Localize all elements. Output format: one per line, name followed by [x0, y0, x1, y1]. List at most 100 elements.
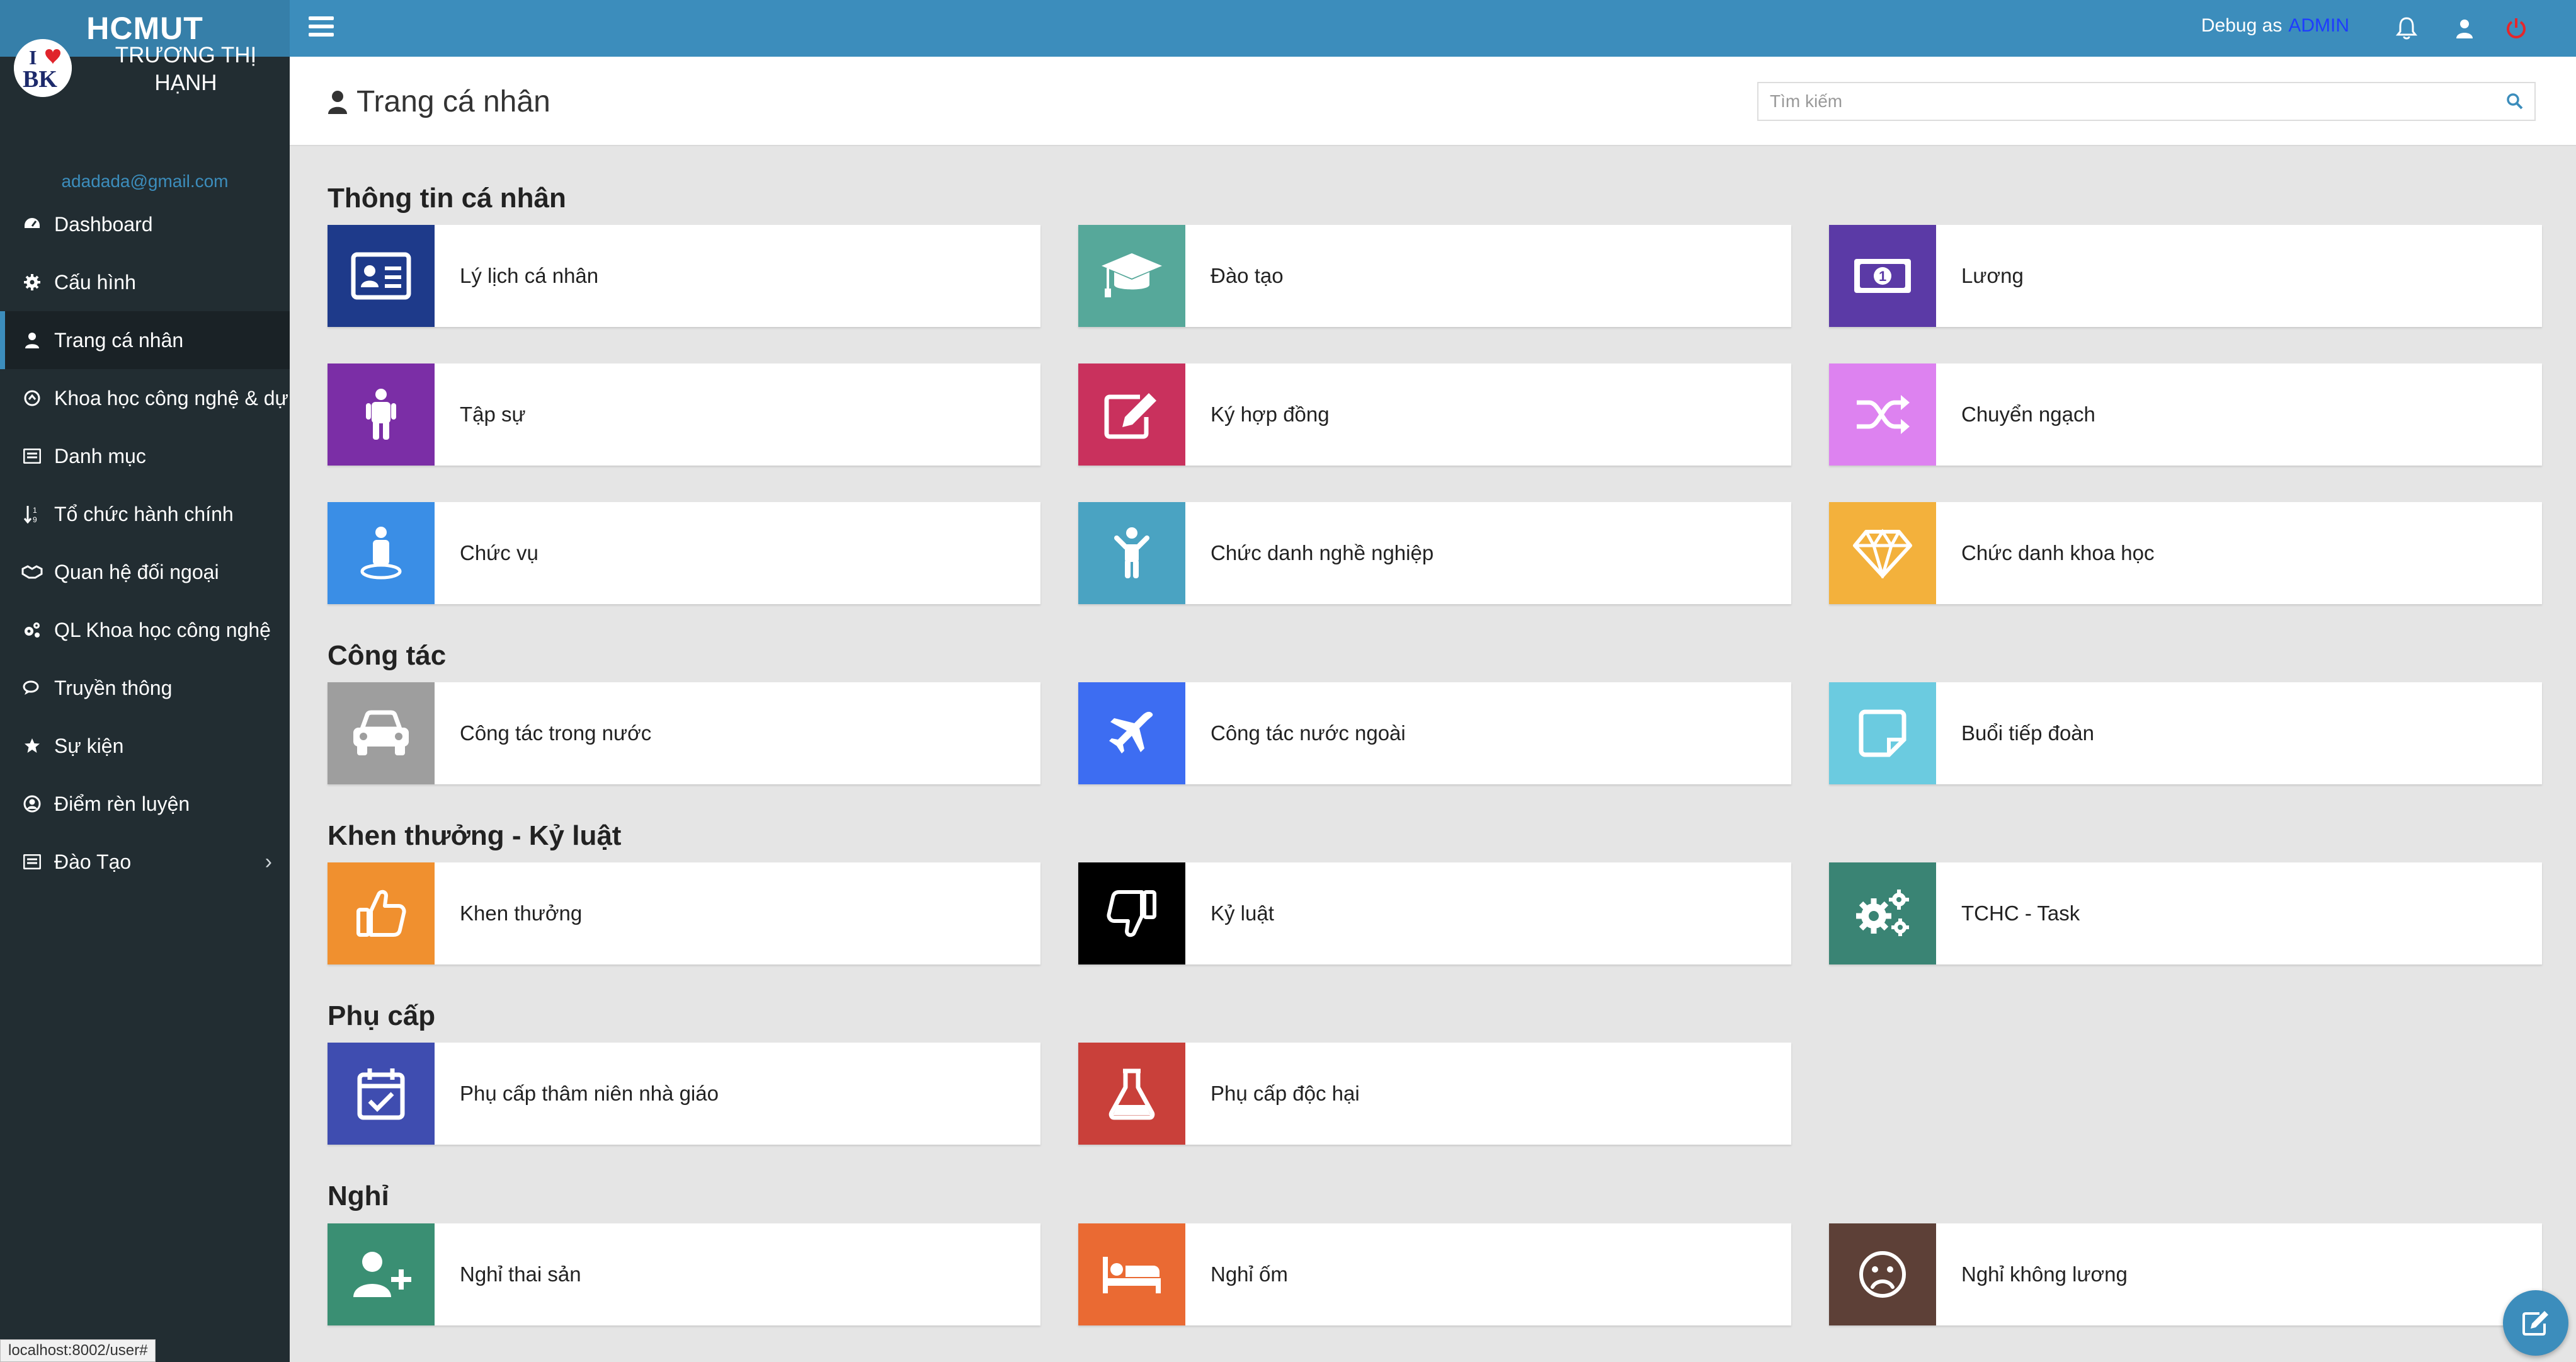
card-label: Lý lịch cá nhân: [460, 264, 599, 287]
sidebar-item-label: Đào Tạo: [54, 850, 132, 873]
sidebar: HCMUT I BK TRƯƠNG THỊ HẠNH adadada@gmail…: [0, 0, 290, 1362]
card-label: Phụ cấp độc hại: [1211, 1082, 1360, 1105]
card-hazard-allowance[interactable]: Phụ cấp độc hại: [1078, 1043, 1791, 1145]
card-label: Buổi tiếp đoàn: [1961, 721, 2095, 745]
sidebar-item-label: Tổ chức hành chính: [54, 502, 234, 525]
card-delegation-reception[interactable]: Buổi tiếp đoàn: [1829, 682, 2542, 784]
comments-icon: [21, 677, 43, 699]
section-title-rewards-discipline: Khen thưởng - Kỷ luật: [328, 820, 622, 851]
bell-icon[interactable]: [2391, 13, 2422, 44]
page-title: Trang cá nhân: [328, 84, 550, 119]
sidebar-item-training[interactable]: Đào Tạo ›: [0, 833, 290, 891]
card-label: Nghỉ ốm: [1211, 1262, 1288, 1286]
chevron-right-icon[interactable]: ›: [265, 850, 272, 874]
user-name: TRƯƠNG THỊ HẠNH: [115, 43, 257, 95]
thumbs-down-icon: [1078, 862, 1185, 964]
sidebar-item-label: Cấu hình: [54, 270, 136, 294]
card-probation[interactable]: Tập sự: [328, 363, 1040, 466]
science-icon: [21, 387, 43, 409]
money-bill-icon: 1: [1829, 225, 1936, 327]
flask-icon: [1078, 1043, 1185, 1145]
card-professional-title[interactable]: Chức danh nghề nghiệp: [1078, 502, 1791, 604]
sidebar-item-communication[interactable]: Truyền thông: [0, 659, 290, 717]
plane-icon: [1078, 682, 1185, 784]
debug-label: Debug as: [2201, 15, 2282, 36]
list-icon: [21, 445, 43, 467]
user-circle-icon: [21, 793, 43, 815]
card-label: Nghỉ không lương: [1961, 1262, 2128, 1286]
card-label: Tập sự: [460, 403, 526, 426]
edit-icon: [1078, 363, 1185, 466]
card-overseas-trip[interactable]: Công tác nước ngoài: [1078, 682, 1791, 784]
card-label: Chức danh khoa học: [1961, 541, 2155, 564]
card-label: Chức vụ: [460, 541, 539, 564]
sidebar-menu: Dashboard Cấu hình Trang cá nhân Khoa họ…: [0, 195, 290, 891]
section-title-business-trips: Công tác: [328, 640, 447, 671]
list-alt-icon: [21, 851, 43, 873]
search-input[interactable]: [1758, 83, 2534, 120]
card-label: Chuyển ngạch: [1961, 403, 2095, 426]
thumbs-up-icon: [328, 862, 435, 964]
card-training[interactable]: Đào tạo: [1078, 225, 1791, 327]
svg-text:1: 1: [1879, 268, 1886, 284]
card-sick-leave[interactable]: Nghỉ ốm: [1078, 1223, 1791, 1325]
card-label: Kỷ luật: [1211, 901, 1274, 925]
card-discipline[interactable]: Kỷ luật: [1078, 862, 1791, 964]
card-label: Lương: [1961, 264, 2024, 287]
sidebar-item-dashboard[interactable]: Dashboard: [0, 195, 290, 253]
debug-role[interactable]: ADMIN: [2288, 15, 2349, 36]
cogs-icon: [21, 619, 43, 641]
card-seniority-allowance[interactable]: Phụ cấp thâm niên nhà giáo: [328, 1043, 1040, 1145]
card-salary[interactable]: 1 Lương: [1829, 225, 2542, 327]
card-label: Khen thưởng: [460, 901, 583, 925]
card-sign-contract[interactable]: Ký hợp đồng: [1078, 363, 1791, 466]
sidebar-item-events[interactable]: Sự kiện: [0, 717, 290, 775]
card-rewards[interactable]: Khen thưởng: [328, 862, 1040, 964]
section-title-allowances: Phụ cấp: [328, 1000, 436, 1031]
card-domestic-trip[interactable]: Công tác trong nước: [328, 682, 1040, 784]
svg-text:BK: BK: [23, 66, 57, 93]
avatar[interactable]: I BK: [14, 39, 72, 97]
card-label: Chức danh nghề nghiệp: [1211, 541, 1434, 564]
frown-icon: [1829, 1223, 1936, 1325]
hamburger-menu-icon[interactable]: [309, 14, 334, 39]
bed-icon: [1078, 1223, 1185, 1325]
user-icon[interactable]: [2449, 13, 2480, 44]
sidebar-item-foreign-relations[interactable]: Quan hệ đối ngoại: [0, 543, 290, 601]
sidebar-item-sci-management[interactable]: QL Khoa học công nghệ: [0, 601, 290, 659]
user-icon: [328, 90, 347, 114]
floating-edit-button[interactable]: [2503, 1290, 2568, 1356]
sidebar-item-label: Quan hệ đối ngoại: [54, 560, 219, 583]
sidebar-item-science[interactable]: Khoa học công nghệ & dự án: [0, 369, 290, 427]
card-position[interactable]: Chức vụ: [328, 502, 1040, 604]
debug-role-indicator: Debug as ADMIN: [2201, 15, 2349, 37]
sidebar-item-catalog[interactable]: Danh mục: [0, 427, 290, 485]
content-header: Trang cá nhân: [290, 57, 2576, 146]
sidebar-item-admin-org[interactable]: 19 Tổ chức hành chính: [0, 485, 290, 543]
card-label: TCHC - Task: [1961, 901, 2080, 925]
dashboard-icon: [21, 214, 43, 235]
card-label: Công tác trong nước: [460, 721, 652, 745]
card-academic-title[interactable]: Chức danh khoa học: [1829, 502, 2542, 604]
svg-text:9: 9: [33, 515, 37, 524]
sidebar-item-config[interactable]: Cấu hình: [0, 253, 290, 311]
card-label: Nghỉ thai sản: [460, 1262, 581, 1286]
card-rank-transfer[interactable]: Chuyển ngạch: [1829, 363, 2542, 466]
card-personal-resume[interactable]: Lý lịch cá nhân: [328, 225, 1040, 327]
search-icon[interactable]: [2505, 92, 2524, 114]
section-title-personal-info: Thông tin cá nhân: [328, 183, 566, 214]
power-icon[interactable]: [2500, 13, 2532, 44]
card-unpaid-leave[interactable]: Nghỉ không lương: [1829, 1223, 2542, 1325]
sidebar-item-label: Truyền thông: [54, 676, 173, 699]
svg-text:1: 1: [33, 506, 37, 515]
sidebar-item-label: Điểm rèn luyện: [54, 792, 190, 815]
sidebar-item-profile[interactable]: Trang cá nhân: [0, 311, 290, 369]
card-tchc-task[interactable]: TCHC - Task: [1829, 862, 2542, 964]
sidebar-item-label: QL Khoa học công nghệ: [54, 618, 271, 641]
handshake-icon: [21, 561, 43, 583]
sidebar-item-training-points[interactable]: Điểm rèn luyện: [0, 775, 290, 833]
car-icon: [328, 682, 435, 784]
graduation-cap-icon: [1078, 225, 1185, 327]
card-maternity-leave[interactable]: Nghỉ thai sản: [328, 1223, 1040, 1325]
id-card-icon: [328, 225, 435, 327]
